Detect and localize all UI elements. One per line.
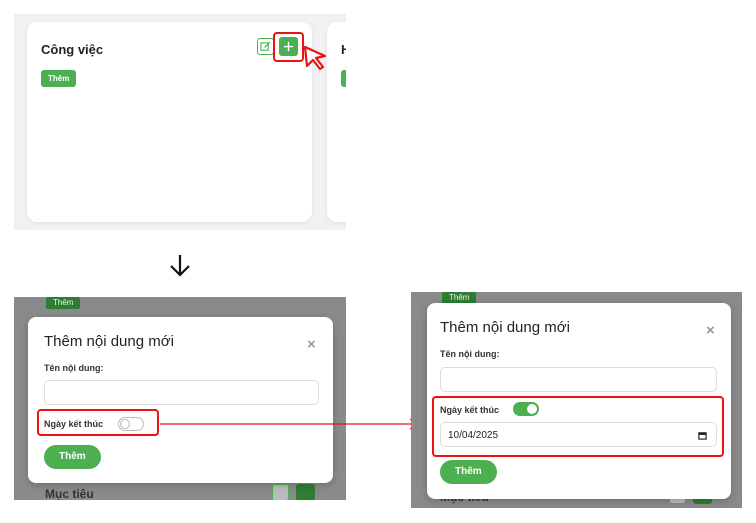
edit-icon[interactable] <box>257 38 274 55</box>
add-item-button[interactable]: Thêm <box>41 70 77 87</box>
column-card-cong-viec: Công việc Thêm <box>27 22 312 222</box>
name-label: Tên nội dung: <box>44 363 104 373</box>
add-item-button-partial[interactable] <box>341 70 346 87</box>
background-add-chip: Thêm <box>46 297 81 309</box>
close-icon[interactable]: × <box>307 336 316 353</box>
toggle-highlight <box>37 409 159 436</box>
down-arrow-icon <box>170 255 190 277</box>
name-input[interactable] <box>44 380 319 405</box>
name-input[interactable] <box>440 367 717 392</box>
cursor-arrow-icon <box>303 45 327 71</box>
name-label: Tên nội dung: <box>440 349 500 359</box>
add-content-modal: Thêm nội dung mới × Tên nội dung: Ngày k… <box>427 303 731 499</box>
background-column-title: Mục tiêu <box>45 487 94 500</box>
modal-title: Thêm nội dung mới <box>44 333 174 350</box>
toggle-and-date-highlight <box>432 396 724 457</box>
close-icon[interactable]: × <box>706 322 715 339</box>
modal-title: Thêm nội dung mới <box>440 319 570 336</box>
board-panel: Công việc Thêm H <box>14 14 346 230</box>
submit-button[interactable]: Thêm <box>44 445 101 469</box>
submit-button[interactable]: Thêm <box>440 460 497 484</box>
background-edit-icon <box>272 484 289 500</box>
column-card-next: H <box>327 22 346 222</box>
modal-panel-toggle-off: Thêm Mục tiêu Thêm nội dung mới × Tên nộ… <box>14 297 346 500</box>
plus-button-highlight <box>273 32 304 62</box>
modal-panel-toggle-on: Thêm Mục tiêu Thêm nội dung mới × Tên nộ… <box>411 292 742 508</box>
add-content-modal: Thêm nội dung mới × Tên nội dung: Ngày k… <box>28 317 333 483</box>
background-plus-icon <box>296 484 315 500</box>
connector-arrow <box>160 418 419 430</box>
column-title: Công việc <box>41 42 104 57</box>
column-title-partial: H <box>341 42 346 57</box>
